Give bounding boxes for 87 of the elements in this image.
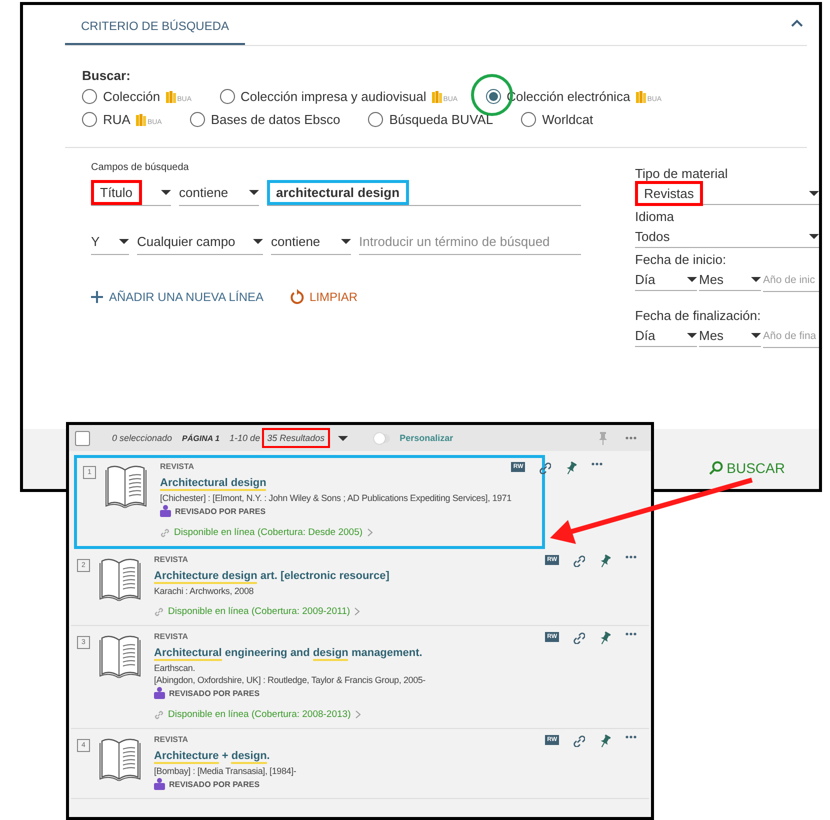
chevron-right-icon [366, 528, 373, 537]
radio-button[interactable] [220, 89, 234, 104]
radio-label: Colección [103, 89, 160, 104]
date-label: Fecha de finalización: [635, 308, 762, 323]
more-icon [625, 436, 637, 440]
search-icon [708, 461, 723, 475]
radio-button[interactable] [486, 89, 501, 104]
books-icon [636, 90, 646, 102]
publication-details: Earthscan. [154, 663, 196, 673]
resource-type: REVISTA [154, 632, 190, 641]
peer-reviewed-label: REVISADO POR PARES [169, 688, 260, 698]
day-dropdown[interactable]: Día [635, 325, 697, 347]
radio-label: Bases de datos Ebsco [210, 112, 340, 127]
publication-details: [Abingdon, Oxfordshire, UK] : Routledge, Taylor & Francis Group, 2005- [154, 675, 426, 685]
selected-count: 0 seleccionado [112, 433, 172, 443]
language-dropdown[interactable]: Todos [635, 226, 819, 248]
clear-button[interactable]: LIMPIAR [290, 289, 358, 304]
peer-review-icon [160, 505, 171, 517]
search-label: Buscar: [82, 68, 132, 83]
radio-button[interactable] [190, 112, 205, 127]
radio-label: Búsqueda BUVAL [389, 112, 494, 127]
material-type-label: Tipo de material [635, 166, 729, 181]
peer-review-icon [154, 778, 165, 790]
search-button[interactable]: BUSCAR [702, 459, 791, 477]
peer-reviewed-label: REVISADO POR PARES [175, 506, 266, 516]
field-dropdown[interactable]: Título [100, 185, 133, 200]
radio-button[interactable] [82, 89, 97, 104]
radio-label: Colección impresa y audiovisual [240, 89, 426, 104]
add-line-button[interactable]: AÑADIR UNA NUEVA LÍNEA [91, 290, 264, 304]
month-dropdown[interactable]: Mes [699, 325, 761, 347]
link-icon [573, 735, 585, 747]
more-icon [625, 555, 637, 559]
books-icon [136, 114, 146, 126]
chevron-up-icon [791, 19, 803, 27]
link-icon [160, 528, 170, 538]
result-title-link[interactable]: Architecture + design. [154, 750, 270, 764]
month-dropdown[interactable]: Mes [699, 269, 761, 291]
results-count: 35 Resultados [267, 433, 325, 443]
fields-label: Campos de búsqueda [91, 162, 190, 173]
date-label: Fecha de inicio: [635, 252, 728, 267]
day-dropdown[interactable]: Día [635, 269, 697, 291]
books-icon [432, 90, 442, 102]
reset-icon [290, 289, 304, 304]
radio-button[interactable] [521, 112, 536, 127]
more-icon [625, 632, 637, 636]
personalize-label: Personalizar [400, 433, 454, 443]
peer-reviewed-label: REVISADO POR PARES [169, 780, 260, 788]
resource-type: REVISTA [160, 462, 196, 471]
result-title-link[interactable]: Architectural engineering and design management. [154, 647, 422, 661]
link-icon [573, 555, 585, 567]
radio-button[interactable] [82, 112, 97, 127]
link-icon [154, 606, 164, 616]
link-icon [539, 462, 552, 474]
page-label: PÁGINA 1 [182, 434, 220, 442]
peer-review-icon [154, 687, 165, 699]
resource-type: REVISTA [154, 735, 190, 744]
publication-details: [Bombay] : [Media Transasia], [1984]- [154, 766, 298, 776]
publication-details: [Chichester] : [Elmont, N.Y. : John Wiley & Sons ; AD Publications Expediting Services], 1971 [160, 493, 512, 503]
pin-icon [597, 432, 609, 444]
radio-label: Worldcat [542, 112, 594, 127]
material-type-dropdown[interactable]: Revistas [644, 186, 694, 201]
chevron-right-icon [354, 607, 360, 616]
books-icon [166, 90, 176, 102]
search-criteria-tab[interactable]: CRITERIO DE BÚSQUEDA [65, 19, 246, 45]
results-range: 1-10 de [230, 433, 260, 443]
search-term-field[interactable]: architectural design [276, 184, 400, 200]
radio-label: RUA [103, 112, 130, 127]
field-dropdown[interactable]: Cualquier campo [137, 229, 263, 255]
condition-dropdown[interactable]: contiene [179, 180, 259, 206]
publication-details: Karachi : Archworks, 2008 [154, 586, 255, 596]
operator-dropdown[interactable]: Y [91, 229, 129, 255]
chevron-right-icon [354, 710, 361, 719]
search-term-field[interactable]: Introducir un término de búsqued [359, 228, 581, 255]
result-title-link[interactable]: Architectural design [160, 477, 266, 491]
more-icon [625, 735, 637, 739]
radio-button[interactable] [368, 112, 384, 127]
select-all-checkbox[interactable] [75, 430, 90, 446]
result-title-link[interactable]: Architecture design art. [electronic resource] [154, 570, 390, 584]
resource-type: REVISTA [154, 555, 190, 564]
link-icon [154, 710, 164, 720]
toggle-switch[interactable] [374, 434, 390, 442]
language-label: Idioma [635, 209, 676, 224]
more-icon [591, 462, 604, 466]
plus-icon [91, 290, 103, 302]
link-icon [573, 632, 585, 644]
caret-icon[interactable] [338, 436, 348, 440]
condition-dropdown[interactable]: contiene [271, 229, 351, 255]
